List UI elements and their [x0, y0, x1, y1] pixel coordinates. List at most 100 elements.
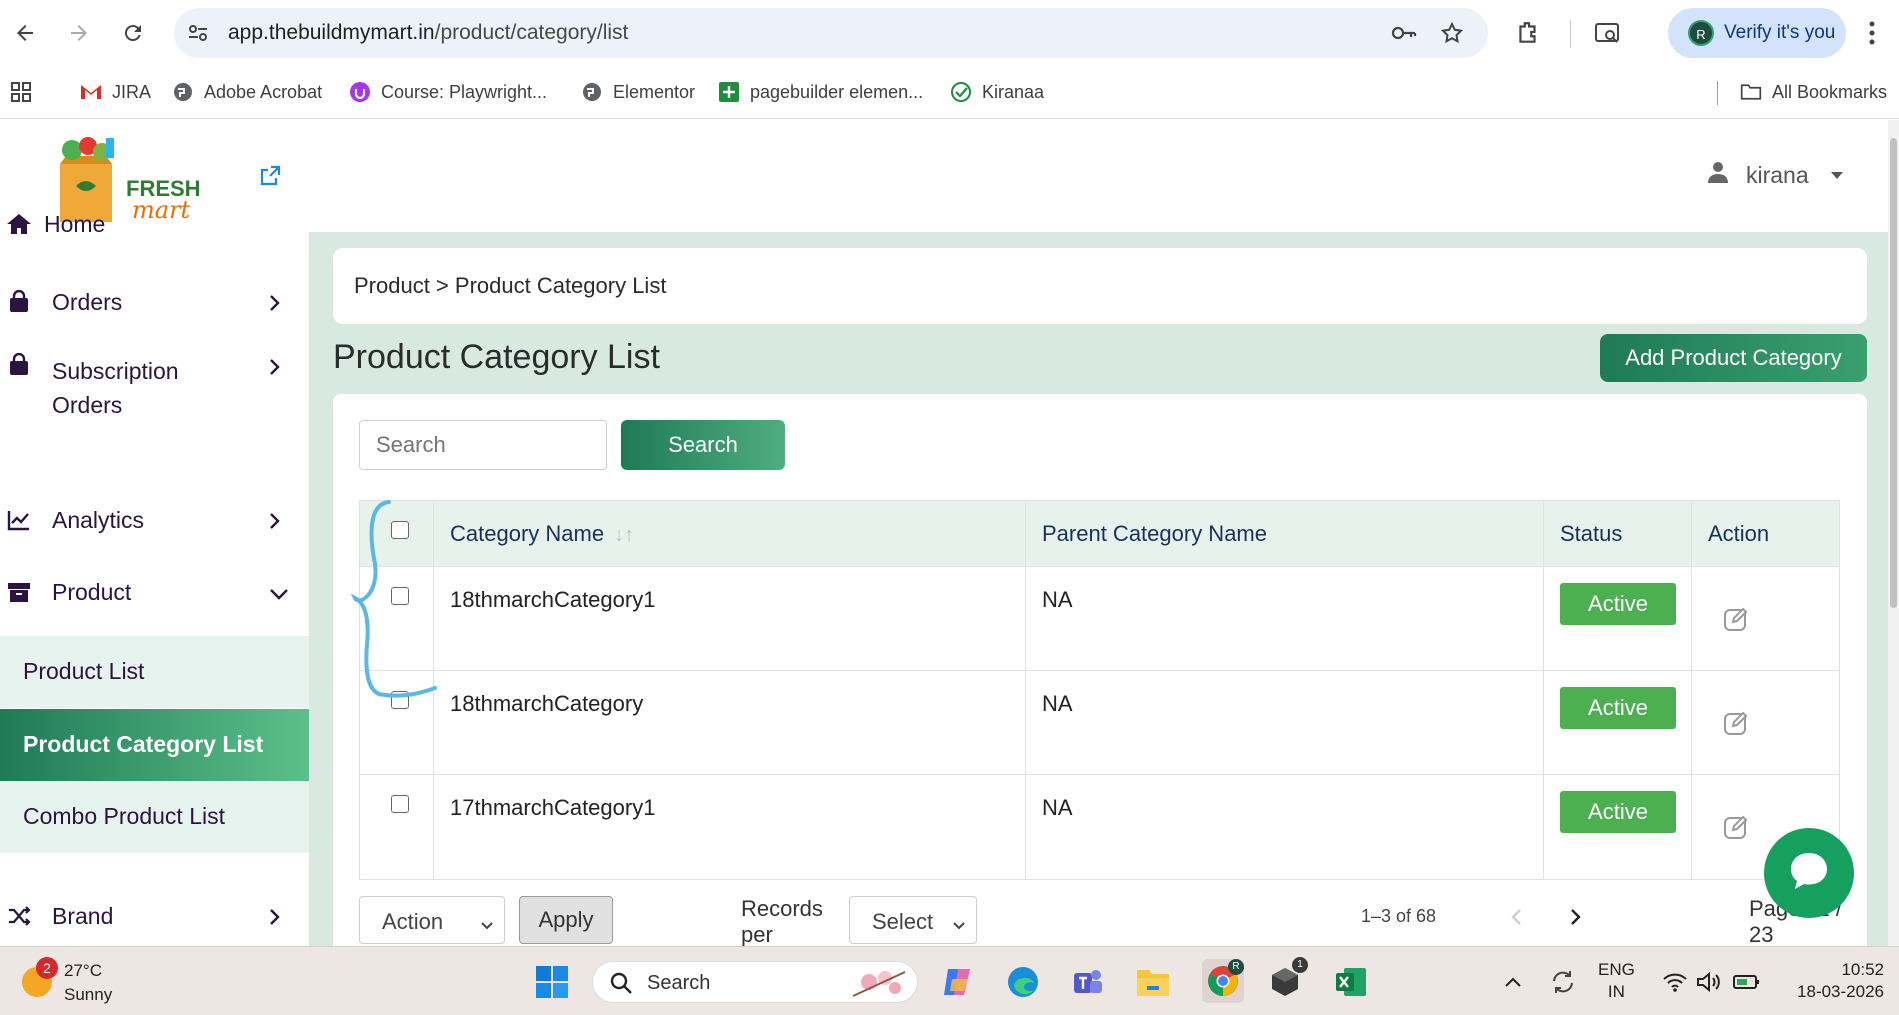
language-indicator[interactable]: ENG IN [1598, 959, 1635, 1003]
category-name: 18thmarchCategory [450, 691, 644, 716]
chevron-up-icon[interactable] [1494, 963, 1532, 1001]
tab-search-icon[interactable] [1594, 20, 1622, 51]
bookmark-jira[interactable]: JIRA [80, 79, 151, 105]
sync-icon[interactable] [1544, 963, 1582, 1001]
more-menu-icon[interactable] [1868, 20, 1876, 51]
back-icon[interactable] [8, 16, 42, 50]
globe-icon [581, 81, 603, 103]
parent-category: NA [1042, 587, 1073, 612]
status-badge[interactable]: Active [1560, 687, 1676, 729]
apps-grid-icon[interactable] [10, 79, 32, 105]
page-scrollbar[interactable] [1888, 120, 1899, 946]
sidebar-subitem-combo-product-list[interactable]: Combo Product List [0, 781, 309, 853]
sidebar-subitem-product-category-list[interactable]: Product Category List [0, 709, 309, 781]
home-icon [6, 211, 32, 237]
site-settings-icon[interactable] [186, 21, 210, 50]
wifi-icon[interactable] [1656, 963, 1694, 1001]
bulk-action-select[interactable]: Action [359, 896, 505, 944]
records-per-page-label: Records per [741, 896, 823, 947]
prev-page-icon[interactable] [1509, 908, 1525, 931]
search-button[interactable]: Search [621, 420, 785, 470]
page-title: Product Category List [333, 338, 660, 376]
table-row: 18thmarchCategory NA Active [360, 671, 1839, 775]
password-key-icon[interactable] [1390, 21, 1418, 50]
bookmark-pagebuilder[interactable]: pagebuilder elemen... [718, 79, 923, 105]
file-explorer-icon[interactable] [1134, 963, 1172, 1001]
search-input[interactable] [359, 420, 607, 470]
user-icon [1706, 160, 1730, 190]
status-badge[interactable]: Active [1560, 791, 1676, 833]
table-row: 17thmarchCategory1 NA Active [360, 775, 1839, 879]
chat-bubble-icon [1787, 849, 1831, 898]
clock[interactable]: 10:52 18-03-2026 [1784, 959, 1884, 1003]
all-bookmarks-button[interactable]: All Bookmarks [1740, 79, 1887, 105]
sidebar-item-label: Orders [52, 288, 123, 315]
scrollbar-thumb[interactable] [1890, 138, 1897, 608]
next-page-icon[interactable] [1567, 908, 1583, 931]
chevron-right-icon [264, 510, 284, 530]
bookmark-elementor[interactable]: Elementor [581, 79, 695, 105]
profile-avatar: R [1688, 20, 1714, 46]
status-cell: Active [1544, 775, 1692, 879]
weather-text: 27°C Sunny [64, 959, 112, 1007]
add-product-category-button[interactable]: Add Product Category [1600, 334, 1867, 382]
sidebar-item-subscription-orders[interactable]: Subscription Orders [0, 352, 309, 424]
user-menu[interactable]: kirana [1706, 160, 1843, 190]
volume-icon[interactable] [1690, 963, 1728, 1001]
bookmark-label: pagebuilder elemen... [750, 81, 924, 102]
header-label: Action [1708, 521, 1770, 546]
label-line-1: Subscription [52, 358, 179, 384]
label-line-2: Orders [52, 392, 123, 418]
sidebar-item-analytics[interactable]: Analytics [0, 498, 309, 542]
row-select-cell [360, 775, 434, 879]
star-icon[interactable] [1440, 21, 1464, 50]
sidebar-item-product[interactable]: Product [0, 570, 309, 614]
copilot-icon[interactable] [938, 963, 976, 1001]
sidebar-item-home[interactable]: Home [0, 202, 309, 246]
header-status: Status [1544, 501, 1692, 566]
parent-category-cell: NA [1026, 567, 1544, 670]
app-cube-icon[interactable]: 1 [1266, 957, 1308, 1001]
teams-icon[interactable] [1068, 963, 1106, 1001]
edge-browser-icon[interactable] [1004, 963, 1042, 1001]
chrome-icon[interactable]: R [1202, 959, 1244, 1003]
notification-badge: 2 [36, 957, 58, 979]
sidebar-item-brand[interactable]: Brand [0, 894, 309, 938]
sidebar-item-orders[interactable]: Orders [0, 280, 309, 324]
windows-start-icon[interactable] [533, 963, 571, 1001]
status-badge[interactable]: Active [1560, 583, 1676, 625]
row-checkbox[interactable] [391, 795, 409, 813]
status-cell: Active [1544, 567, 1692, 670]
sidebar-subitem-label: Combo Product List [23, 803, 225, 829]
edit-icon[interactable] [1722, 813, 1750, 847]
archive-icon [6, 579, 32, 605]
weather-widget[interactable]: 2 27°C Sunny [22, 957, 112, 1007]
bookmark-label: Adobe Acrobat [204, 81, 323, 102]
url-text: app.thebuildmymart.in/product/category/l… [228, 21, 629, 44]
verify-profile-button[interactable]: R Verify it's you [1668, 8, 1846, 58]
bookmark-course-playwright[interactable]: Course: Playwright... [349, 79, 547, 105]
external-link-icon[interactable] [258, 164, 282, 193]
header-action: Action [1692, 501, 1839, 566]
edit-icon[interactable] [1722, 605, 1750, 639]
excel-icon[interactable] [1332, 963, 1370, 1001]
address-bar[interactable]: app.thebuildmymart.in/product/category/l… [174, 8, 1488, 58]
sort-icon[interactable]: ↓↑ [614, 524, 634, 547]
header-category-name[interactable]: Category Name ↓↑ [434, 501, 1026, 566]
bookmark-label: Course: Playwright... [381, 81, 548, 102]
bookmark-kiranaa[interactable]: Kiranaa [950, 79, 1044, 105]
bookmark-adobe-acrobat[interactable]: Adobe Acrobat [172, 79, 322, 105]
edit-icon[interactable] [1722, 709, 1750, 743]
bookmark-label: All Bookmarks [1772, 81, 1888, 102]
taskbar-search[interactable]: Search [592, 961, 918, 1003]
battery-icon[interactable] [1728, 963, 1766, 1001]
records-per-page-select[interactable]: Select [849, 896, 977, 944]
sidebar-subitem-product-list[interactable]: Product List [0, 636, 309, 708]
sheets-plus-icon [718, 81, 740, 103]
clock-time: 10:52 [1841, 960, 1884, 979]
apply-button[interactable]: Apply [519, 896, 613, 944]
extensions-icon[interactable] [1515, 20, 1541, 51]
reload-icon[interactable] [116, 16, 150, 50]
chat-button[interactable] [1764, 828, 1854, 918]
forward-icon[interactable] [62, 16, 96, 50]
